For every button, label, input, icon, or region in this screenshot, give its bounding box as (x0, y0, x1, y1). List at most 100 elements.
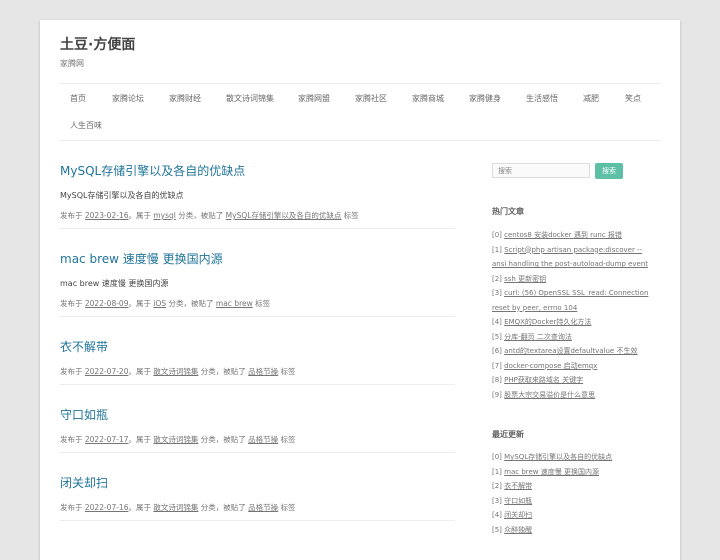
post-tag-link[interactable]: 品格节操 (248, 435, 278, 444)
item-index: [2] (492, 274, 505, 283)
list-item: [7] docker-compose 启动emqx (492, 359, 652, 374)
hot-posts-list: [0] centos8 安装docker 遇到 runc 报错 [1] Scri… (492, 228, 652, 402)
recent-post-link[interactable]: 衣不解带 (504, 482, 532, 490)
post-date-link[interactable]: 2022-08-09 (85, 299, 129, 308)
post-tag-link[interactable]: 品格节操 (248, 367, 278, 376)
post-meta: 发布于 2022-07-17。属于 散文诗词锦集 分类，被贴了 品格节操 标签 (60, 434, 296, 445)
nav-item-mall[interactable]: 家腾商城 (412, 93, 444, 104)
post-tag-link[interactable]: mac brew (216, 299, 253, 308)
item-index: [8] (492, 376, 505, 384)
post-date-link[interactable]: 2023-02-16 (85, 211, 129, 220)
post-title[interactable]: 闭关却扫 (60, 474, 108, 491)
hot-post-link[interactable]: centos8 安装docker 遇到 runc 报错 (504, 231, 622, 239)
post-category-link[interactable]: 散文诗词锦集 (153, 435, 198, 444)
post-date-link[interactable]: 2022-07-16 (85, 503, 129, 512)
meta-text: 。属于 (128, 503, 154, 512)
item-index: [0] (492, 453, 505, 461)
item-index: [1] (492, 245, 505, 254)
post-title[interactable]: 守口如瓶 (60, 406, 108, 423)
post-date-link[interactable]: 2022-07-17 (85, 435, 129, 444)
post-title[interactable]: mac brew 速度慢 更换国内源 (60, 250, 223, 267)
post-title[interactable]: MySQL存储引擎以及各自的优缺点 (60, 162, 245, 179)
nav-item-fitness[interactable]: 家腾健身 (469, 93, 501, 104)
post-category-link[interactable]: 散文诗词锦集 (153, 503, 198, 512)
post-tag-link[interactable]: MySQL存储引擎以及各自的优缺点 (226, 211, 342, 220)
meta-text: 标签 (278, 435, 296, 444)
item-index: [4] (492, 511, 505, 519)
item-index: [6] (492, 347, 505, 355)
meta-text: 发布于 (60, 435, 85, 444)
item-index: [7] (492, 361, 505, 370)
search-input[interactable]: 搜索 (492, 163, 590, 178)
meta-text: 分类，被贴了 (198, 503, 249, 512)
post-category-link[interactable]: iOS (153, 299, 166, 308)
post-list: MySQL存储引擎以及各自的优缺点 MySQL存储引擎以及各自的优缺点 发布于 … (60, 160, 455, 521)
hot-post-link[interactable]: antd的textarea设置defaultvalue 不生效 (504, 347, 637, 355)
hot-post-link[interactable]: PHP获取来路域名 关键字 (504, 376, 583, 384)
list-item: [1] Script@php artisan package:discover … (492, 243, 652, 272)
meta-text: 发布于 (60, 211, 85, 220)
list-item: [4] 闭关却扫 (492, 508, 652, 523)
meta-text: 发布于 (60, 367, 85, 376)
list-item: [2] 衣不解带 (492, 479, 652, 494)
nav-item-community[interactable]: 家腾社区 (355, 93, 387, 104)
nav-item-life[interactable]: 生活感悟 (526, 93, 558, 104)
hot-post-link[interactable]: EMQX的Docker持久化方法 (504, 318, 591, 326)
meta-text: 。属于 (128, 367, 154, 376)
recent-post-link[interactable]: mac brew 速度慢 更换国内源 (504, 468, 599, 476)
nav-item-forum[interactable]: 家腾论坛 (112, 93, 144, 104)
item-index: [3] (492, 289, 505, 297)
meta-text: 标签 (278, 367, 296, 376)
hot-post-link[interactable]: 分库-翻页 二次查询法 (504, 333, 572, 341)
item-index: [4] (492, 318, 505, 326)
recent-post-link[interactable]: MySQL存储引擎以及各自的优缺点 (504, 453, 612, 461)
list-item: [3] 守口如瓶 (492, 494, 652, 509)
site-title[interactable]: 土豆·方便面 (60, 34, 135, 54)
hot-posts-title: 热门文章 (492, 207, 524, 216)
recent-post-link[interactable]: 守口如瓶 (504, 497, 532, 505)
recent-post-link[interactable]: 众醉独醒 (504, 526, 532, 534)
post-date-link[interactable]: 2022-07-20 (85, 367, 129, 376)
nav-item-life-flavors[interactable]: 人生百味 (70, 120, 102, 131)
nav-item-jokes[interactable]: 笑点 (625, 93, 641, 104)
meta-text: 标签 (341, 211, 359, 220)
list-item: [3] curl: (56) OpenSSL SSL_read: Connect… (492, 286, 652, 315)
meta-text: 标签 (252, 299, 271, 308)
post-category-link[interactable]: 散文诗词锦集 (153, 367, 198, 376)
hot-post-link[interactable]: Script@php artisan package:discover --an… (492, 246, 648, 269)
meta-text: 发布于 (60, 503, 85, 512)
search-button[interactable]: 搜索 (595, 163, 623, 179)
list-item: [1] mac brew 速度慢 更换国内源 (492, 465, 652, 480)
nav-item-poetry[interactable]: 散文诗词锦集 (226, 93, 274, 104)
recent-post-link[interactable]: 闭关却扫 (504, 511, 532, 519)
hot-post-link[interactable]: ssh 更新密钥 (504, 275, 546, 283)
page: 土豆·方便面 家腾网 首页 家腾论坛 家腾财经 散文诗词锦集 家腾网盟 家腾社区… (40, 20, 680, 560)
main-nav: 首页 家腾论坛 家腾财经 散文诗词锦集 家腾网盟 家腾社区 家腾商城 家腾健身 … (60, 83, 660, 141)
list-item: [5] 众醉独醒 (492, 523, 652, 538)
meta-text: 。属于 (128, 299, 154, 308)
post-meta: 发布于 2023-02-16。属于 mysql 分类，被贴了 MySQL存储引擎… (60, 210, 359, 221)
meta-text: 。属于 (128, 211, 154, 220)
hot-post-link[interactable]: curl: (56) OpenSSL SSL_read: Connection … (492, 289, 648, 312)
post-excerpt: mac brew 速度慢 更换国内源 (60, 279, 169, 288)
list-item: [2] ssh 更新密钥 (492, 272, 652, 287)
hot-post-link[interactable]: 股票大宗交易溢价是什么意思 (504, 391, 595, 399)
list-item: [0] centos8 安装docker 遇到 runc 报错 (492, 228, 652, 243)
recent-posts-title: 最近更新 (492, 430, 524, 439)
nav-item-finance[interactable]: 家腾财经 (169, 93, 201, 104)
post-meta: 发布于 2022-07-16。属于 散文诗词锦集 分类，被贴了 品格节操 标签 (60, 502, 296, 513)
item-index: [0] (492, 231, 505, 239)
item-index: [9] (492, 390, 505, 399)
post-tag-link[interactable]: 品格节操 (248, 503, 278, 512)
nav-item-alliance[interactable]: 家腾网盟 (298, 93, 330, 104)
list-item: [6] antd的textarea设置defaultvalue 不生效 (492, 344, 652, 359)
meta-text: 标签 (278, 503, 296, 512)
nav-item-home[interactable]: 首页 (70, 93, 86, 104)
item-index: [1] (492, 467, 505, 476)
site-description: 家腾网 (60, 59, 84, 68)
item-index: [3] (492, 496, 505, 505)
post-title[interactable]: 衣不解带 (60, 338, 108, 355)
hot-post-link[interactable]: docker-compose 启动emqx (504, 362, 597, 370)
post-category-link[interactable]: mysql (153, 211, 176, 220)
nav-item-diet[interactable]: 减肥 (583, 93, 599, 104)
